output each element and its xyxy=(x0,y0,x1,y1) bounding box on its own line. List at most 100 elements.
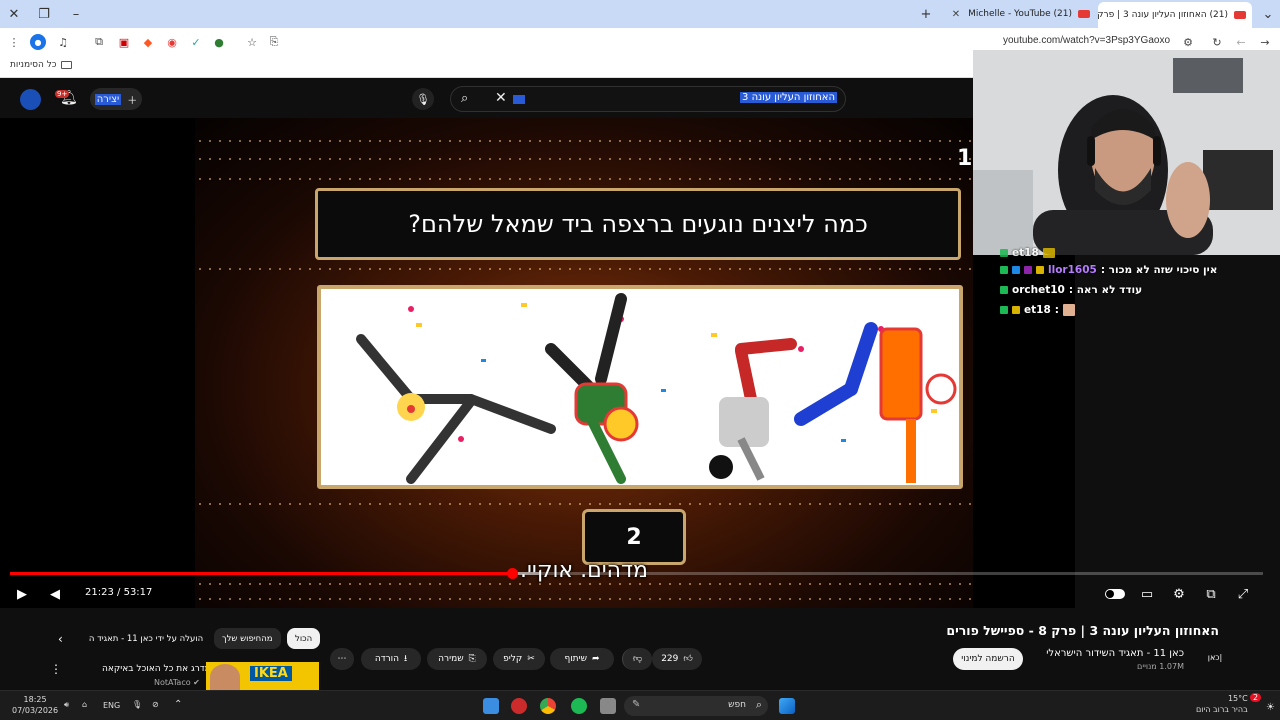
chip-label: הכול xyxy=(295,633,313,644)
emote-icon xyxy=(1062,304,1075,316)
recommended-video-title[interactable]: מדרג את כל האוכל באיקאה xyxy=(102,664,211,674)
url-text[interactable]: youtube.com/watch?v=3Psp3YGaoxo xyxy=(1003,35,1170,46)
clock-time: 18:25 xyxy=(23,695,47,704)
taskbar-search[interactable]: ✎ חפש ⌕ xyxy=(624,696,768,716)
extension-icon[interactable]: ● xyxy=(211,34,227,50)
youtube-favicon-icon xyxy=(1078,10,1090,18)
download-button[interactable]: ⭳ הורדה xyxy=(361,648,421,670)
create-button[interactable]: יצירה ＋ xyxy=(90,88,142,110)
close-window-icon[interactable]: ✕ xyxy=(4,4,24,24)
question-text: כמה ליצנים נוגעים ברצפה ביד שמאל שלהם? xyxy=(408,210,868,238)
wifi-off-icon[interactable]: ⊘ xyxy=(152,700,159,709)
folder-icon xyxy=(60,61,72,69)
restore-window-icon[interactable]: ❐ xyxy=(34,4,54,24)
more-horizontal-icon: ⋯ xyxy=(337,654,347,664)
close-tab-icon[interactable]: ✕ xyxy=(952,9,960,20)
thumbs-down-icon: 👎︎ xyxy=(632,654,643,664)
chip-from-search[interactable]: מהחיפוש שלך xyxy=(214,628,281,649)
address-bar[interactable]: ☆ ⎘ youtube.com/watch?v=3Psp3YGaoxo ⚙ xyxy=(236,32,1274,52)
search-input[interactable]: ⌕ ✕ האחוזון העליון עונה 3 xyxy=(450,86,846,112)
reload-icon[interactable]: ↻ xyxy=(1209,34,1225,50)
extension-icon[interactable]: ✓ xyxy=(188,34,204,50)
stream-chat-overlay: et18 llor1605 אין סיכוי שזה לא מכור : or… xyxy=(1000,246,1220,320)
search-icon: ⌕ xyxy=(755,698,762,711)
extension-icon[interactable]: ▣ xyxy=(116,34,132,50)
search-icon[interactable]: ⌕ xyxy=(461,91,468,106)
chip-uploaded-by[interactable]: הועלה על ידי כאן 11 - תאגיד ה xyxy=(84,628,208,649)
mic-tray-icon[interactable]: 🎙︎ xyxy=(132,700,142,709)
avatar[interactable] xyxy=(20,89,41,110)
chip-all[interactable]: הכול xyxy=(287,628,321,649)
save-button[interactable]: ⎘ שמירה xyxy=(427,648,487,670)
chat-message: orchet10 עודד לא ראה : xyxy=(1000,280,1220,300)
minimize-window-icon[interactable]: – xyxy=(66,4,86,24)
recommended-channel[interactable]: NotATaco ✔ xyxy=(154,678,200,687)
play-icon[interactable]: ▶ xyxy=(12,584,32,604)
file-explorer-icon[interactable] xyxy=(600,698,616,714)
chevron-left-icon[interactable]: ‹ xyxy=(58,632,63,646)
language-indicator[interactable]: ENG xyxy=(103,701,120,710)
notification-count-badge[interactable]: 2 xyxy=(1250,693,1262,702)
forward-icon[interactable]: ← xyxy=(1233,34,1249,50)
volume-tray-icon[interactable]: 🔊︎ xyxy=(64,700,69,710)
extension-icon[interactable]: ◆ xyxy=(140,34,156,50)
all-bookmarks-label: כל הסימניות xyxy=(10,60,57,70)
bookmark-star-icon[interactable]: ☆ xyxy=(244,34,260,50)
clear-search-icon[interactable]: ✕ xyxy=(495,90,507,106)
download-icon: ⭳ xyxy=(404,654,408,664)
tab-michelle[interactable]: (21) Michelle - YouTube ✕ xyxy=(940,3,1096,25)
windows-start-icon[interactable] xyxy=(779,698,795,714)
subscribe-button[interactable]: הרשמה למינוי xyxy=(953,648,1023,670)
more-actions-button[interactable]: ⋯ xyxy=(330,648,354,670)
chevron-up-icon[interactable]: ⌃ xyxy=(174,699,182,710)
channel-name[interactable]: כאן 11 - תאגיד השידור הישראלי xyxy=(1046,648,1184,659)
tab-search-icon[interactable]: ⌄ xyxy=(1258,4,1278,24)
search-query-text[interactable]: האחוזון העליון עונה 3 xyxy=(740,92,837,103)
chip-label: הועלה על ידי כאן 11 - תאגיד ה xyxy=(88,633,204,644)
all-bookmarks-button[interactable]: כל הסימניות xyxy=(10,60,72,70)
autoplay-toggle[interactable] xyxy=(1104,584,1126,604)
chrome-icon[interactable] xyxy=(540,698,556,714)
weather-sun-icon: ☀ xyxy=(1266,702,1275,713)
more-vertical-icon[interactable]: ⋮ xyxy=(50,662,62,676)
dislike-button[interactable]: 👎︎ xyxy=(622,648,652,670)
microphone-icon[interactable]: 🎙︎ xyxy=(412,88,434,110)
extension-icon[interactable]: ◉ xyxy=(164,34,180,50)
media-controls-icon[interactable]: ♫ xyxy=(55,34,71,50)
spotify-icon[interactable] xyxy=(571,698,587,714)
video-player[interactable]: 11 כמה ליצנים נוגעים ברצפה ביד שמאל שלהם… xyxy=(0,118,1075,608)
notification-badge: 9+ xyxy=(55,90,70,98)
start-grid-icon[interactable] xyxy=(483,698,499,714)
weather-temp: 15°C xyxy=(1227,694,1248,703)
clock-date: 07/03/2026 xyxy=(12,706,59,715)
progress-bar[interactable] xyxy=(10,568,1263,579)
chat-text: אין סיכוי שזה לא מכור : xyxy=(1100,264,1218,276)
captions-icon[interactable]: ▭ xyxy=(1137,584,1157,604)
scissors-icon: ✂ xyxy=(527,654,535,664)
menu-icon[interactable]: ⋮ xyxy=(6,34,22,50)
settings-gear-icon[interactable]: ⚙ xyxy=(1169,584,1189,604)
channel-avatar[interactable]: כאן| xyxy=(1202,647,1228,667)
app-icon[interactable] xyxy=(511,698,527,714)
streamer-webcam-image xyxy=(973,50,1280,255)
clip-button[interactable]: ✂ קליפ xyxy=(493,648,545,670)
site-settings-icon[interactable]: ⚙ xyxy=(1180,34,1196,50)
profile-icon[interactable]: ● xyxy=(30,34,46,50)
back-icon[interactable]: → xyxy=(1257,34,1273,50)
clock[interactable]: 18:25 07/03/2026 xyxy=(12,694,58,716)
miniplayer-icon[interactable]: ⧉ xyxy=(1201,584,1221,604)
share-button[interactable]: ➦ שיתוף xyxy=(550,648,614,670)
network-tray-icon[interactable]: ⌂ xyxy=(82,700,87,709)
cast-icon[interactable]: ⎘ xyxy=(266,34,282,50)
tab-active-video[interactable]: (21) האחוזון העליון עונה 3 | פרק ✕ xyxy=(1098,2,1252,28)
weather-widget[interactable]: 15°C בהיר ברוב היום xyxy=(1196,693,1248,715)
weather-desc: בהיר ברוב היום xyxy=(1196,705,1248,714)
fullscreen-icon[interactable]: ⤢ xyxy=(1233,584,1253,604)
recommended-thumbnail[interactable]: IKEA xyxy=(206,662,319,690)
new-tab-icon[interactable]: + xyxy=(916,4,936,24)
like-button[interactable]: 👍︎ 229 xyxy=(652,648,702,670)
progress-played xyxy=(10,572,513,575)
extensions-icon[interactable]: ⧉ xyxy=(91,34,107,50)
clip-label: קליפ xyxy=(503,654,523,664)
volume-icon[interactable]: ◀︎ xyxy=(45,584,65,604)
